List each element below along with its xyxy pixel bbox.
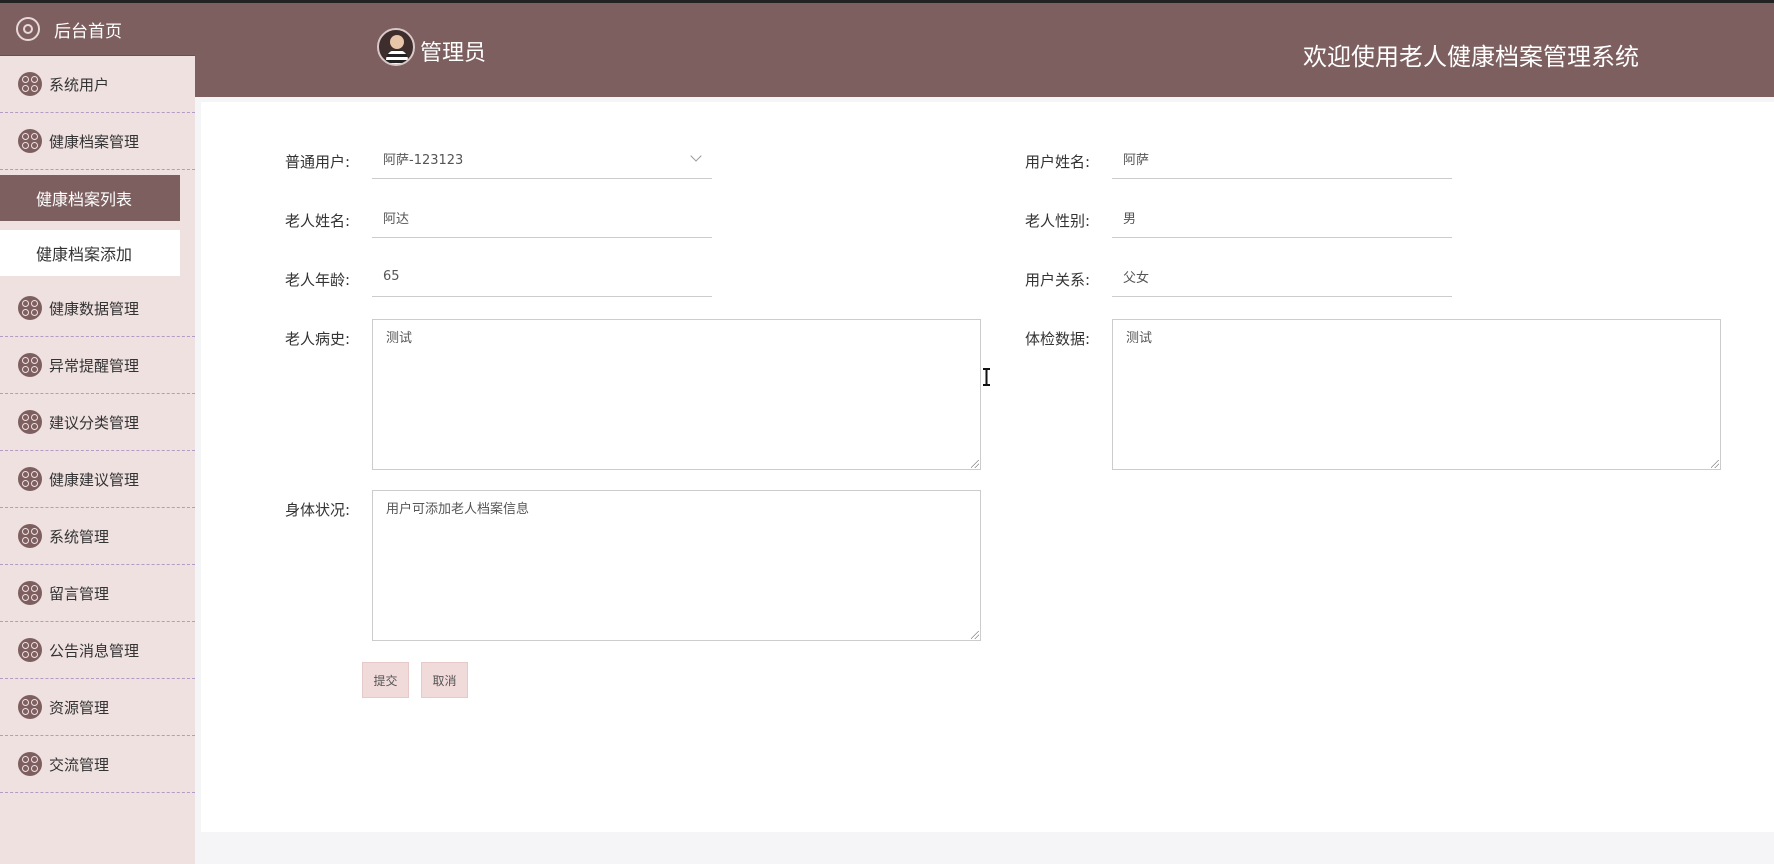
elder-gender-field[interactable]: 男	[1112, 198, 1452, 238]
sidebar-item-health-data[interactable]: 健康数据管理	[0, 280, 195, 337]
checkup-textarea[interactable]: 测试	[1112, 319, 1721, 470]
resize-handle-icon[interactable]	[971, 631, 979, 639]
condition-textarea[interactable]: 用户可添加老人档案信息	[372, 490, 981, 641]
relation-value: 父女	[1123, 271, 1150, 286]
sidebar-subitem-record-list[interactable]: 健康档案列表	[0, 170, 195, 225]
username-label: 用户姓名:	[1025, 153, 1091, 171]
sidebar-item-label: 异常提醒管理	[49, 356, 140, 375]
flower-icon	[18, 296, 42, 320]
flower-icon	[18, 638, 42, 662]
sidebar-subitem-label: 健康档案添加	[36, 244, 133, 264]
sidebar-item-messages[interactable]: 留言管理	[0, 565, 195, 622]
sidebar-item-label: 系统管理	[49, 527, 110, 546]
sidebar-item-label: 健康档案管理	[49, 132, 140, 151]
sidebar-home[interactable]: 后台首页	[0, 3, 195, 56]
user-select[interactable]: 阿萨-123123	[372, 139, 712, 179]
elder-name-field[interactable]: 阿达	[372, 198, 712, 238]
flower-icon	[18, 129, 42, 153]
history-value: 测试	[386, 331, 413, 346]
sidebar-item-label: 系统用户	[49, 75, 110, 94]
history-textarea[interactable]: 测试	[372, 319, 981, 470]
submit-button[interactable]: 提交	[362, 662, 409, 698]
admin-name: 管理员	[420, 41, 487, 66]
user-select-value: 阿萨-123123	[383, 153, 464, 168]
welcome-title: 欢迎使用老人健康档案管理系统	[1303, 43, 1639, 71]
sidebar-item-alerts[interactable]: 异常提醒管理	[0, 337, 195, 394]
flower-icon	[18, 695, 42, 719]
elder-name-value: 阿达	[383, 212, 410, 227]
resize-handle-icon[interactable]	[1711, 460, 1719, 468]
chevron-down-icon	[690, 150, 702, 162]
top-header: 管理员 欢迎使用老人健康档案管理系统	[195, 3, 1774, 97]
user-select-label: 普通用户:	[285, 153, 351, 171]
elder-gender-value: 男	[1123, 212, 1137, 227]
sidebar-item-label: 资源管理	[49, 698, 110, 717]
sidebar-item-health-records[interactable]: 健康档案管理	[0, 113, 195, 170]
avatar[interactable]	[377, 28, 415, 66]
flower-icon	[18, 752, 42, 776]
sidebar-item-communication[interactable]: 交流管理	[0, 736, 195, 793]
sidebar-item-label: 留言管理	[49, 584, 110, 603]
sidebar-item-system[interactable]: 系统管理	[0, 508, 195, 565]
sidebar: 后台首页 系统用户 健康档案管理 健康档案列表 健康档案添加 健康数据管理 异常…	[0, 3, 195, 864]
sidebar-item-label: 健康数据管理	[49, 299, 140, 318]
sidebar-item-system-users[interactable]: 系统用户	[0, 56, 195, 113]
sidebar-item-announcements[interactable]: 公告消息管理	[0, 622, 195, 679]
cancel-button[interactable]: 取消	[421, 662, 468, 698]
username-field[interactable]: 阿萨	[1112, 139, 1452, 179]
elder-gender-label: 老人性别:	[1025, 212, 1091, 230]
text-cursor-icon	[983, 368, 990, 386]
sidebar-subitem-label: 健康档案列表	[36, 189, 133, 209]
checkup-value: 测试	[1126, 331, 1153, 346]
elder-age-value: 65	[383, 269, 400, 284]
relation-field[interactable]: 父女	[1112, 257, 1452, 297]
flower-icon	[18, 72, 42, 96]
elder-age-label: 老人年龄:	[285, 271, 351, 289]
flower-icon	[18, 410, 42, 434]
username-value: 阿萨	[1123, 153, 1150, 168]
flower-icon	[18, 353, 42, 377]
sidebar-item-resources[interactable]: 资源管理	[0, 679, 195, 736]
checkup-label: 体检数据:	[1025, 330, 1091, 348]
sidebar-item-health-advice[interactable]: 健康建议管理	[0, 451, 195, 508]
relation-label: 用户关系:	[1025, 271, 1091, 289]
sidebar-item-label: 公告消息管理	[49, 641, 140, 660]
elder-name-label: 老人姓名:	[285, 212, 351, 230]
resize-handle-icon[interactable]	[971, 460, 979, 468]
elder-age-field[interactable]: 65	[372, 257, 712, 297]
flower-icon	[18, 467, 42, 491]
condition-value: 用户可添加老人档案信息	[386, 502, 530, 517]
sidebar-item-advice-categories[interactable]: 建议分类管理	[0, 394, 195, 451]
sidebar-item-label: 交流管理	[49, 755, 110, 774]
sidebar-item-label: 健康建议管理	[49, 470, 140, 489]
flower-icon	[18, 524, 42, 548]
sidebar-subitem-record-add[interactable]: 健康档案添加	[0, 225, 195, 280]
flower-icon	[18, 581, 42, 605]
condition-label: 身体状况:	[285, 501, 351, 519]
sidebar-item-label: 建议分类管理	[49, 413, 140, 432]
history-label: 老人病史:	[285, 330, 351, 348]
sidebar-home-label: 后台首页	[54, 21, 122, 42]
target-icon	[16, 17, 40, 41]
form-panel: 普通用户: 阿萨-123123 用户姓名: 阿萨 老人姓名: 阿达 老人性别: …	[201, 102, 1774, 832]
